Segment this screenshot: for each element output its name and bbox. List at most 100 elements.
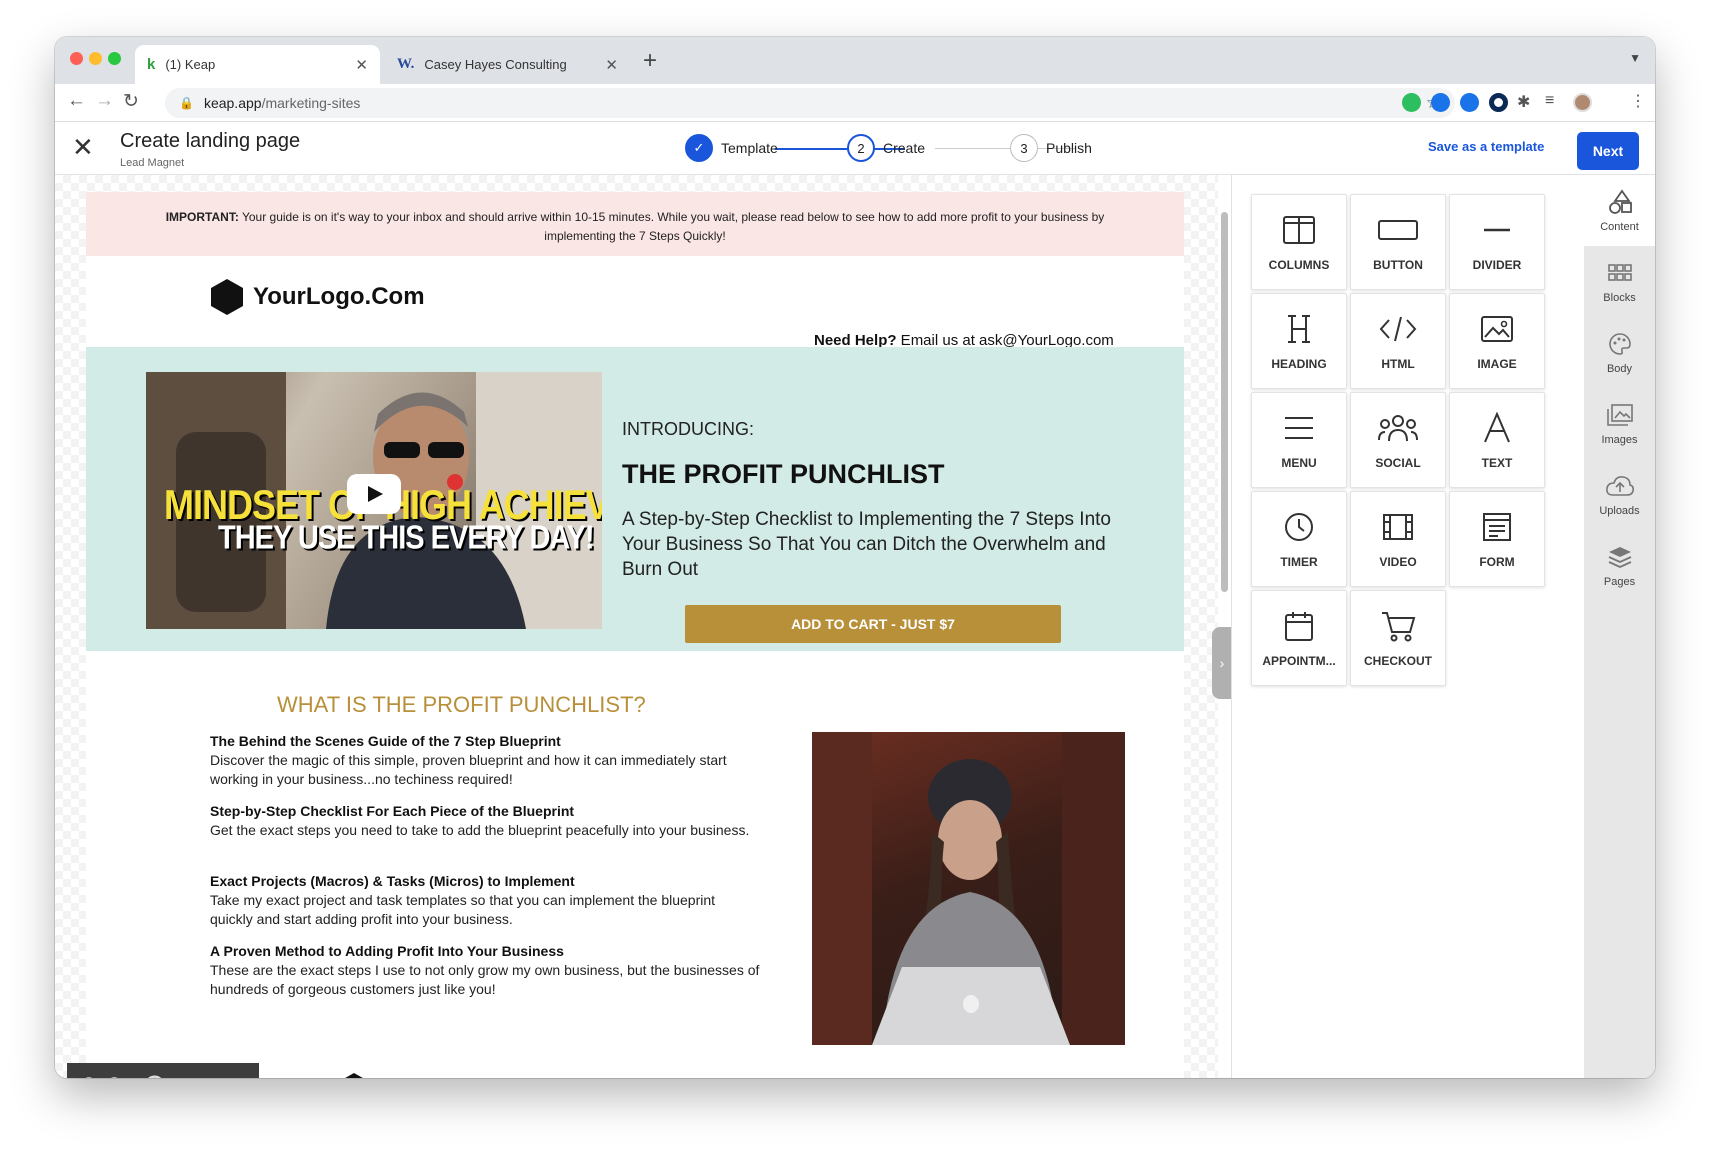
evernote-extension-icon[interactable] xyxy=(1402,93,1421,112)
page-title: Create landing page xyxy=(120,130,301,152)
collapse-panel-chevron-icon[interactable]: › xyxy=(1212,627,1232,699)
step-label: Publish xyxy=(1046,140,1092,156)
cloud-upload-icon xyxy=(1584,472,1655,500)
close-tab-icon[interactable]: ✕ xyxy=(355,56,368,74)
browser-menu-icon[interactable]: ⋮ xyxy=(1630,91,1646,111)
minimize-window-button[interactable] xyxy=(89,52,102,65)
tile-image[interactable]: IMAGE xyxy=(1449,293,1545,389)
woman-laptop-photo[interactable] xyxy=(812,732,1125,1045)
feature-item[interactable]: A Proven Method to Adding Profit Into Yo… xyxy=(210,942,760,999)
divider-icon xyxy=(1450,210,1544,250)
tile-heading[interactable]: HEADING xyxy=(1251,293,1347,389)
add-to-cart-button[interactable]: ADD TO CART - JUST $7 xyxy=(685,605,1061,643)
browser-window: k (1) Keap ✕ W. Casey Hayes Consulting ✕… xyxy=(55,37,1655,1078)
feature-item[interactable]: The Behind the Scenes Guide of the 7 Ste… xyxy=(210,732,760,789)
step-publish[interactable]: 3 Publish xyxy=(1010,134,1092,162)
shapes-icon xyxy=(1584,188,1655,216)
app-header: ✕ Create landing page Lead Magnet ✓ Temp… xyxy=(55,122,1655,175)
sidebar-item-images[interactable]: Images xyxy=(1584,388,1655,459)
text-icon xyxy=(1450,408,1544,448)
palette-icon xyxy=(1584,330,1655,358)
appointment-icon xyxy=(1252,606,1346,646)
page-subtitle: Lead Magnet xyxy=(120,157,185,169)
play-icon[interactable] xyxy=(347,474,401,514)
canvas-scrollbar[interactable] xyxy=(1221,212,1228,592)
circle-extension-icon[interactable] xyxy=(1489,93,1508,112)
sidebar-item-blocks[interactable]: Blocks xyxy=(1584,246,1655,317)
tile-html[interactable]: HTML xyxy=(1350,293,1446,389)
desktop-view-icon[interactable]: ▭ xyxy=(186,1074,201,1079)
feature-title: Step-by-Step Checklist For Each Piece of… xyxy=(210,803,575,819)
tile-timer[interactable]: TIMER xyxy=(1251,491,1347,587)
feature-item[interactable]: Step-by-Step Checklist For Each Piece of… xyxy=(210,802,760,840)
preview-eye-icon[interactable]: 👁 xyxy=(143,1073,166,1078)
browser-tab-casey[interactable]: W. Casey Hayes Consulting ✕ xyxy=(385,45,630,84)
browser-tab-keap[interactable]: k (1) Keap ✕ xyxy=(135,45,380,84)
next-button[interactable]: Next xyxy=(1577,132,1639,170)
back-arrow-icon[interactable]: ← xyxy=(67,90,86,112)
sidebar-item-content[interactable]: Content xyxy=(1584,175,1655,246)
photo-scene-image xyxy=(812,732,1125,1045)
tile-social[interactable]: SOCIAL xyxy=(1350,392,1446,488)
redo-icon[interactable]: ↷ xyxy=(108,1073,123,1078)
tile-video[interactable]: VIDEO xyxy=(1350,491,1446,587)
tile-checkout[interactable]: CHECKOUT xyxy=(1350,590,1446,686)
sidebar-item-uploads[interactable]: Uploads xyxy=(1584,459,1655,530)
tab-search-chevron-icon[interactable]: ▼ xyxy=(1629,51,1641,65)
sidebar-item-body[interactable]: Body xyxy=(1584,317,1655,388)
forward-arrow-icon[interactable]: → xyxy=(95,90,114,112)
feature-text: Take my exact project and task templates… xyxy=(210,892,716,927)
columns-icon xyxy=(1252,210,1346,250)
tile-label: SOCIAL xyxy=(1375,456,1421,470)
step-create[interactable]: 2 Create xyxy=(847,134,925,162)
checkmark-extension-icon[interactable] xyxy=(1460,93,1479,112)
logo[interactable]: YourLogo.Com xyxy=(209,278,425,316)
form-icon xyxy=(1450,507,1544,547)
notice-banner[interactable]: IMPORTANT: Your guide is on it's way to … xyxy=(86,192,1184,256)
reload-icon[interactable]: ↻ xyxy=(123,90,139,113)
video-thumbnail[interactable]: MINDSET OF HIGH ACHIEVERS THEY USE THIS … xyxy=(146,372,602,629)
video-icon xyxy=(1351,507,1445,547)
close-editor-icon[interactable]: ✕ xyxy=(72,132,94,163)
tile-appointment[interactable]: APPOINTM... xyxy=(1251,590,1347,686)
extension-icon[interactable] xyxy=(1431,93,1450,112)
notice-text: Your guide is on it's way to your inbox … xyxy=(238,210,1105,243)
tile-label: HTML xyxy=(1381,357,1415,371)
sidebar-label: Body xyxy=(1606,363,1633,375)
tile-columns[interactable]: COLUMNS xyxy=(1251,194,1347,290)
canvas-bottom-toolbar: ↶ ↷ 👁 ▭ ▯ xyxy=(67,1063,259,1078)
feature-item[interactable]: Exact Projects (Macros) & Tasks (Micros)… xyxy=(210,872,760,929)
close-tab-icon[interactable]: ✕ xyxy=(605,56,618,74)
tile-label: IMAGE xyxy=(1477,357,1517,371)
layers-icon xyxy=(1584,543,1655,571)
step-label: Create xyxy=(883,140,926,156)
editor-canvas[interactable]: IMPORTANT: Your guide is on it's way to … xyxy=(55,175,1218,1078)
tile-text[interactable]: TEXT xyxy=(1449,392,1545,488)
tile-divider[interactable]: DIVIDER xyxy=(1449,194,1545,290)
step-number: 2 xyxy=(847,134,875,162)
hero-section[interactable]: MINDSET OF HIGH ACHIEVERS THEY USE THIS … xyxy=(86,347,1184,651)
new-tab-plus-icon[interactable]: + xyxy=(643,47,657,75)
maximize-window-button[interactable] xyxy=(108,52,121,65)
tab-title: (1) Keap xyxy=(165,57,216,72)
url-host: keap.app xyxy=(203,95,262,111)
save-as-template-link[interactable]: Save as a template xyxy=(1428,139,1544,154)
address-bar[interactable]: 🔒 keap.app/marketing-sites ☆ xyxy=(165,88,1455,118)
hero-kicker: INTRODUCING: xyxy=(622,419,754,439)
sidebar-item-pages[interactable]: Pages xyxy=(1584,530,1655,601)
tile-menu[interactable]: MENU xyxy=(1251,392,1347,488)
browser-toolbar: ← → ↻ 🔒 keap.app/marketing-sites ☆ ✱ ≡ ⋮ xyxy=(55,84,1655,122)
reading-list-icon[interactable]: ≡ xyxy=(1545,92,1554,110)
profile-avatar[interactable] xyxy=(1573,93,1592,112)
tile-label: MENU xyxy=(1281,456,1317,470)
step-template[interactable]: ✓ Template xyxy=(685,134,778,162)
puzzle-extensions-icon[interactable]: ✱ xyxy=(1517,92,1530,112)
mobile-view-icon[interactable]: ▯ xyxy=(214,1074,223,1079)
undo-icon[interactable]: ↶ xyxy=(80,1073,95,1078)
close-window-button[interactable] xyxy=(70,52,83,65)
checkmark-icon: ✓ xyxy=(685,134,713,162)
tile-form[interactable]: FORM xyxy=(1449,491,1545,587)
sidebar-label: Content xyxy=(1600,221,1639,233)
tile-button[interactable]: BUTTON xyxy=(1350,194,1446,290)
feature-text: Discover the magic of this simple, prove… xyxy=(210,752,727,787)
